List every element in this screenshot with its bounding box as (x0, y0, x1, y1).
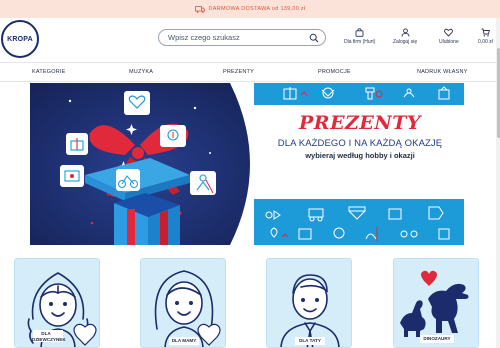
hero-bottom-strip (254, 199, 464, 245)
category-label-dinosaurs: DINOZAURY (423, 336, 451, 341)
site-header: KROPA Dla firm (Hurt) Zaloguj się Ulubio… (0, 18, 500, 62)
hero-tagline: wybieraj według hobby i okazji (305, 151, 415, 160)
main-nav: KATEGORIE MUZYKA PREZENTY PROMOCJE NADRU… (0, 62, 500, 82)
login-button[interactable]: Zaloguj się (393, 28, 417, 45)
hero-subtitle: DLA KAŻDEGO I NA KAŻDĄ OKAZJĘ (277, 138, 443, 149)
dinosaur-icon (400, 270, 469, 343)
promo-bar: DARMOWA DOSTAWA od 139,00 zł (0, 0, 500, 18)
category-label-girls: DLA DZIEWCZYNEK (32, 331, 66, 342)
hobby-icons-top (283, 86, 450, 100)
login-label: Zaloguj się (393, 39, 418, 45)
search-input[interactable] (168, 33, 308, 42)
logo-text: KROPA (7, 35, 33, 43)
business-button[interactable]: Dla firm (Hurt) (344, 28, 375, 45)
hero-top-strip (254, 83, 464, 105)
search-icon[interactable] (309, 33, 319, 43)
site-logo[interactable]: KROPA (1, 20, 39, 58)
category-label-dad: DLA TATY (299, 338, 321, 343)
category-card-mom[interactable]: DLA MAMY (140, 258, 226, 348)
dad-icon (280, 274, 340, 347)
page-scrollbar[interactable] (496, 18, 500, 348)
nav-item-music[interactable]: MUZYKA (129, 69, 153, 75)
nav-item-custom-print[interactable]: NADRUK WŁASNY (417, 69, 468, 75)
nav-item-promotions[interactable]: PROMOCJE (318, 69, 351, 75)
nav-item-categories[interactable]: KATEGORIE (32, 69, 65, 75)
cart-total: 0,00 zł (478, 39, 493, 45)
favorites-button[interactable]: Ulubione (439, 28, 459, 45)
user-icon (401, 28, 410, 37)
promo-text[interactable]: DARMOWA DOSTAWA od 139,00 zł (209, 6, 306, 12)
heart-icon (444, 28, 454, 37)
scrollbar-thumb[interactable] (496, 48, 500, 138)
nav-item-gifts[interactable]: PREZENTY (223, 69, 254, 75)
search-bar (158, 29, 326, 46)
category-card-dinosaurs[interactable]: DINOZAURY (393, 258, 479, 348)
hero-title: PREZENTY (299, 112, 421, 134)
truck-icon (194, 5, 205, 13)
bag-icon (355, 28, 364, 37)
category-card-girls[interactable]: DLA DZIEWCZYNEK (14, 258, 100, 348)
category-label-mom: DLA MAMY (171, 338, 197, 343)
gift-box-illustration (30, 83, 250, 245)
hobby-icons-bottom (265, 206, 450, 241)
favorites-label: Ulubione (439, 39, 459, 45)
cart-icon (481, 28, 490, 37)
mom-icon (154, 270, 221, 347)
cart-button[interactable]: 0,00 zł (478, 28, 493, 45)
hero-banner[interactable]: PREZENTY DLA KAŻDEGO I NA KAŻDĄ OKAZJĘ w… (30, 83, 464, 245)
business-label: Dla firm (Hurt) (344, 39, 376, 45)
category-card-dad[interactable]: DLA TATY (266, 258, 352, 348)
